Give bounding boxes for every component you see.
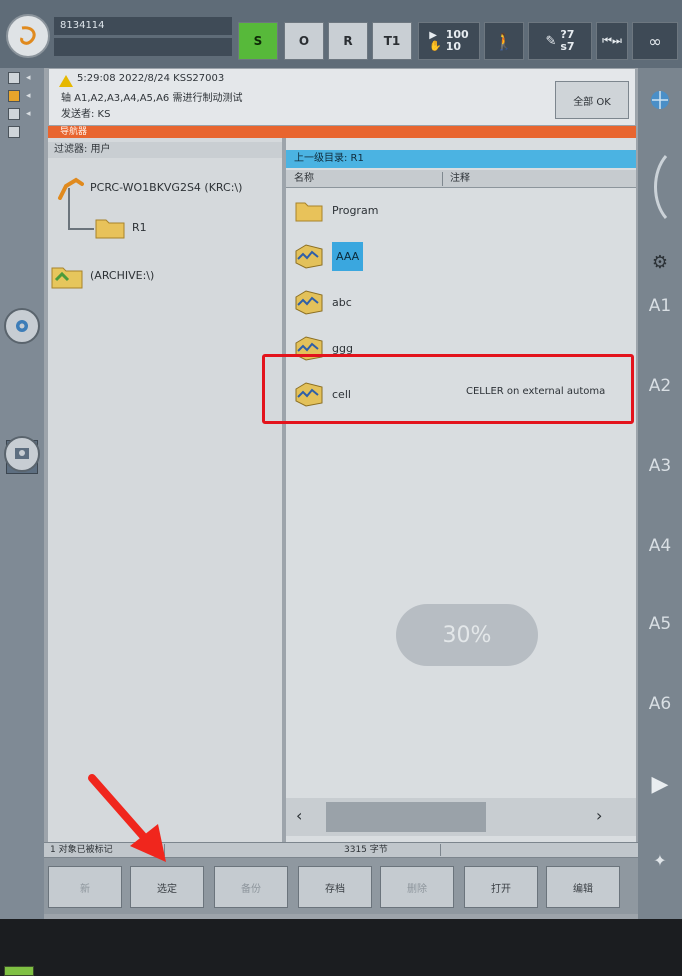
file-row-aaa[interactable]: AAA	[294, 238, 364, 274]
robot-gripper-icon[interactable]: ✦	[646, 846, 674, 874]
robot-submit-field	[54, 38, 232, 56]
tree-node-r1[interactable]: R1	[94, 214, 147, 240]
navigator-title-bar: 导航器	[48, 126, 636, 138]
acknowledge-all-button[interactable]: 全部 OK	[555, 81, 629, 119]
gear-status-button[interactable]	[4, 308, 40, 344]
axis-label-a3[interactable]: A3	[638, 456, 682, 476]
tree-node-r1-label: R1	[132, 220, 147, 234]
scrollbar-thumb[interactable]	[326, 802, 486, 832]
message-filter-warning[interactable]	[8, 90, 20, 102]
file-name: AAA	[332, 241, 364, 271]
column-separator	[442, 172, 443, 186]
operating-mode-button[interactable]: T1	[372, 22, 412, 60]
tree-node-archive[interactable]: (ARCHIVE:\)	[50, 260, 154, 290]
navigator-title: 导航器	[60, 127, 88, 137]
axis-label-a1[interactable]: A1	[638, 296, 682, 316]
user-group-button[interactable]	[4, 436, 40, 472]
tool-icon: ✎	[545, 33, 557, 49]
infinity-label: ∞	[648, 31, 662, 51]
program-run-mode-button[interactable]: 🚶	[484, 22, 524, 60]
axis-label-a4[interactable]: A4	[638, 536, 682, 556]
file-row-program[interactable]: Program	[294, 192, 378, 228]
coordinate-system-icon[interactable]: ⚙	[646, 248, 674, 276]
file-name: Program	[332, 203, 379, 217]
main-menu-button[interactable]	[6, 14, 50, 58]
softkey-new[interactable]: 新	[48, 866, 122, 908]
parent-directory-bar[interactable]: 上一级目录: R1	[286, 150, 636, 168]
message-timestamp: 5:29:08 2022/8/24 KSS27003	[77, 73, 225, 84]
softkey-delete[interactable]: 删除	[380, 866, 454, 908]
skip-icon: ⏮⏭	[602, 34, 622, 47]
left-side-rail: ◂ ◂ ◂	[0, 68, 44, 976]
annotation-highlight-box	[262, 354, 634, 424]
message-sender: 发送者: KS	[61, 109, 111, 120]
battery-icon	[4, 966, 34, 976]
annotation-arrow	[88, 774, 166, 862]
column-name[interactable]: 名称	[294, 170, 314, 188]
directory-tree-pane: 过滤器: 用户 PCRC-WO1BKVG2S4 (KRC:\) R1 (ARCH…	[48, 138, 282, 842]
incremental-jog-button[interactable]: ⏮⏭	[596, 22, 628, 60]
status-size: 3315 字节	[344, 845, 388, 855]
robot-interpreter-button[interactable]: R	[328, 22, 368, 60]
submit-status-button[interactable]: S	[238, 22, 278, 60]
play-icon: ▶ ✋	[429, 30, 442, 52]
message-filter-info[interactable]	[8, 72, 20, 84]
file-name: ggg	[332, 341, 353, 355]
horizontal-scrollbar[interactable]: ‹ ›	[286, 798, 636, 836]
arrow-right-icon: ◂	[26, 109, 31, 119]
tree-connector	[68, 228, 94, 230]
softkey-archive[interactable]: 存档	[298, 866, 372, 908]
space-mouse-icon[interactable]	[646, 152, 674, 222]
column-header: 名称 注释	[286, 170, 636, 188]
progress-indicator: 30%	[396, 604, 538, 666]
file-name: abc	[332, 295, 352, 309]
softkey-open[interactable]: 打开	[464, 866, 538, 908]
top-status-bar: 8134114 S O R T1 ▶ ✋ 100 10 🚶 ✎ ?7 s7 ⏮⏭ ∞	[0, 0, 682, 68]
drives-status-button[interactable]: O	[284, 22, 324, 60]
file-row-abc[interactable]: abc	[294, 284, 352, 320]
scroll-left-icon[interactable]: ‹	[296, 806, 302, 825]
start-forward-icon[interactable]: ▶	[646, 770, 674, 798]
robot-name-field: 8134114	[54, 17, 232, 35]
tree-node-root-label: PCRC-WO1BKVG2S4 (KRC:\)	[90, 180, 243, 194]
folder-icon	[95, 219, 125, 239]
message-filter-ack[interactable]	[8, 108, 20, 120]
axis-label-a2[interactable]: A2	[638, 376, 682, 396]
filter-label: 过滤器: 用户	[48, 142, 282, 158]
globe-icon[interactable]	[646, 86, 674, 114]
arrow-right-icon: ◂	[26, 73, 31, 83]
user-icon	[15, 448, 29, 459]
arrow-right-icon: ◂	[26, 91, 31, 101]
tree-node-root[interactable]: PCRC-WO1BKVG2S4 (KRC:\)	[56, 174, 242, 200]
override-button[interactable]: ▶ ✋ 100 10	[418, 22, 480, 60]
message-text: 轴 A1,A2,A3,A4,A5,A6 需进行制动测试	[61, 93, 243, 104]
tree-node-archive-label: (ARCHIVE:\)	[90, 268, 155, 282]
axis-label-a5[interactable]: A5	[638, 614, 682, 634]
module-icon	[295, 290, 323, 315]
message-filter-dialog[interactable]	[8, 126, 20, 138]
softkey-backup[interactable]: 备份	[214, 866, 288, 908]
warning-icon	[59, 75, 73, 87]
gear-icon	[16, 320, 28, 332]
right-side-rail: ⚙ A1 A2 A3 A4 A5 A6 ▶ ✦	[638, 68, 682, 919]
infinite-jog-button[interactable]: ∞	[632, 22, 678, 60]
file-list-pane: 上一级目录: R1 名称 注释 Program AAA abc ggg cell…	[286, 138, 636, 842]
module-icon	[295, 244, 323, 269]
kuka-smartpad-screen: 8134114 S O R T1 ▶ ✋ 100 10 🚶 ✎ ?7 s7 ⏮⏭ ∞ …	[0, 0, 682, 976]
archive-folder-icon	[51, 267, 83, 289]
walking-person-icon: 🚶	[494, 31, 514, 51]
active-tool-base-button[interactable]: ✎ ?7 s7	[528, 22, 592, 60]
tool-bottom-value: s7	[560, 40, 575, 53]
scroll-right-icon[interactable]: ›	[596, 806, 602, 825]
kuka-logo-icon	[20, 26, 36, 45]
override-jog-value: 10	[445, 40, 462, 53]
message-window[interactable]: 5:29:08 2022/8/24 KSS27003 轴 A1,A2,A3,A4…	[48, 68, 636, 126]
robot-arm-icon	[58, 177, 84, 200]
softkey-edit[interactable]: 编辑	[546, 866, 620, 908]
folder-icon	[295, 202, 323, 222]
axis-label-a6[interactable]: A6	[638, 694, 682, 714]
status-separator	[440, 844, 441, 856]
column-comment[interactable]: 注释	[450, 170, 470, 188]
softkey-select[interactable]: 选定	[130, 866, 204, 908]
